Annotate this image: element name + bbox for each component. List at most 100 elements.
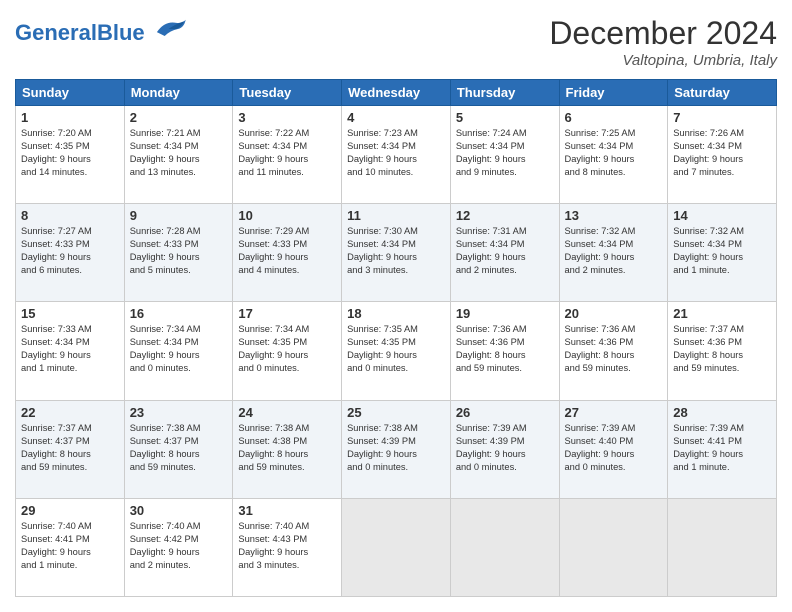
table-row: 26Sunrise: 7:39 AMSunset: 4:39 PMDayligh…: [450, 400, 559, 498]
table-row: [342, 498, 451, 596]
day-number: 16: [130, 306, 228, 321]
day-info: Sunrise: 7:36 AMSunset: 4:36 PMDaylight:…: [456, 323, 554, 375]
day-info: Sunrise: 7:21 AMSunset: 4:34 PMDaylight:…: [130, 127, 228, 179]
day-info: Sunrise: 7:36 AMSunset: 4:36 PMDaylight:…: [565, 323, 663, 375]
table-row: 3Sunrise: 7:22 AMSunset: 4:34 PMDaylight…: [233, 106, 342, 204]
day-info: Sunrise: 7:29 AMSunset: 4:33 PMDaylight:…: [238, 225, 336, 277]
table-row: 8Sunrise: 7:27 AMSunset: 4:33 PMDaylight…: [16, 204, 125, 302]
logo-blue: Blue: [97, 20, 145, 45]
day-info: Sunrise: 7:40 AMSunset: 4:41 PMDaylight:…: [21, 520, 119, 572]
day-number: 28: [673, 405, 771, 420]
day-number: 4: [347, 110, 445, 125]
day-number: 15: [21, 306, 119, 321]
table-row: 4 Sunrise: 7:23 AMSunset: 4:34 PMDaylight…: [342, 106, 451, 204]
calendar-week-1: 1 Sunrise: 7:20 AMSunset: 4:35 PMDaylight…: [16, 106, 777, 204]
logo: GeneralBlue: [15, 15, 188, 46]
table-row: 12 Sunrise: 7:31 AMSunset: 4:34 PMDayligh…: [450, 204, 559, 302]
calendar-header-row: Sunday Monday Tuesday Wednesday Thursday…: [16, 80, 777, 106]
day-number: 1: [21, 110, 119, 125]
day-info: Sunrise: 7:31 AMSunset: 4:34 PMDaylight:…: [456, 225, 554, 277]
col-wednesday: Wednesday: [342, 80, 451, 106]
table-row: [450, 498, 559, 596]
day-info: Sunrise: 7:39 AMSunset: 4:40 PMDaylight:…: [565, 422, 663, 474]
logo-bird-icon: [153, 15, 188, 40]
day-number: 31: [238, 503, 336, 518]
day-info: Sunrise: 7:34 AMSunset: 4:34 PMDaylight:…: [130, 323, 228, 375]
day-info: Sunrise: 7:40 AMSunset: 4:43 PMDaylight:…: [238, 520, 336, 572]
location: Valtopina, Umbria, Italy: [549, 52, 777, 69]
day-number: 13: [565, 208, 663, 223]
day-info: Sunrise: 7:24 AMSunset: 4:34 PMDaylight:…: [456, 127, 554, 179]
col-tuesday: Tuesday: [233, 80, 342, 106]
day-number: 25: [347, 405, 445, 420]
day-number: 29: [21, 503, 119, 518]
day-number: 23: [130, 405, 228, 420]
table-row: 7Sunrise: 7:26 AMSunset: 4:34 PMDaylight…: [668, 106, 777, 204]
table-row: 17 Sunrise: 7:34 AMSunset: 4:35 PMDayligh…: [233, 302, 342, 400]
day-number: 6: [565, 110, 663, 125]
col-monday: Monday: [124, 80, 233, 106]
day-number: 5: [456, 110, 554, 125]
table-row: 18Sunrise: 7:35 AMSunset: 4:35 PMDayligh…: [342, 302, 451, 400]
table-row: 25 Sunrise: 7:38 AMSunset: 4:39 PMDayligh…: [342, 400, 451, 498]
day-info: Sunrise: 7:32 AMSunset: 4:34 PMDaylight:…: [565, 225, 663, 277]
table-row: 9Sunrise: 7:28 AMSunset: 4:33 PMDaylight…: [124, 204, 233, 302]
day-number: 30: [130, 503, 228, 518]
calendar-week-5: 29 Sunrise: 7:40 AMSunset: 4:41 PMDayligh…: [16, 498, 777, 596]
table-row: 21Sunrise: 7:37 AMSunset: 4:36 PMDayligh…: [668, 302, 777, 400]
col-saturday: Saturday: [668, 80, 777, 106]
table-row: 20Sunrise: 7:36 AMSunset: 4:36 PMDayligh…: [559, 302, 668, 400]
day-number: 9: [130, 208, 228, 223]
day-info: Sunrise: 7:32 AMSunset: 4:34 PMDaylight:…: [673, 225, 771, 277]
day-info: Sunrise: 7:38 AMSunset: 4:39 PMDaylight:…: [347, 422, 445, 474]
col-thursday: Thursday: [450, 80, 559, 106]
day-info: Sunrise: 7:20 AMSunset: 4:35 PMDaylight:…: [21, 127, 119, 179]
table-row: 24Sunrise: 7:38 AMSunset: 4:38 PMDayligh…: [233, 400, 342, 498]
logo-text: GeneralBlue: [15, 15, 188, 46]
logo-general: General: [15, 20, 97, 45]
day-number: 14: [673, 208, 771, 223]
day-number: 10: [238, 208, 336, 223]
day-number: 22: [21, 405, 119, 420]
day-info: Sunrise: 7:39 AMSunset: 4:39 PMDaylight:…: [456, 422, 554, 474]
day-number: 8: [21, 208, 119, 223]
calendar-week-2: 8Sunrise: 7:27 AMSunset: 4:33 PMDaylight…: [16, 204, 777, 302]
month-title: December 2024: [549, 15, 777, 52]
table-row: [559, 498, 668, 596]
day-number: 21: [673, 306, 771, 321]
day-number: 17: [238, 306, 336, 321]
table-row: 13 Sunrise: 7:32 AMSunset: 4:34 PMDayligh…: [559, 204, 668, 302]
day-number: 18: [347, 306, 445, 321]
day-info: Sunrise: 7:25 AMSunset: 4:34 PMDaylight:…: [565, 127, 663, 179]
table-row: 10 Sunrise: 7:29 AMSunset: 4:33 PMDayligh…: [233, 204, 342, 302]
table-row: 6 Sunrise: 7:25 AMSunset: 4:34 PMDaylight…: [559, 106, 668, 204]
day-number: 12: [456, 208, 554, 223]
day-info: Sunrise: 7:34 AMSunset: 4:35 PMDaylight:…: [238, 323, 336, 375]
header: GeneralBlue December 2024 Valtopina, Umb…: [15, 15, 777, 69]
table-row: 30 Sunrise: 7:40 AMSunset: 4:42 PMDayligh…: [124, 498, 233, 596]
table-row: 14 Sunrise: 7:32 AMSunset: 4:34 PMDayligh…: [668, 204, 777, 302]
table-row: 16 Sunrise: 7:34 AMSunset: 4:34 PMDayligh…: [124, 302, 233, 400]
title-section: December 2024 Valtopina, Umbria, Italy: [549, 15, 777, 69]
day-number: 7: [673, 110, 771, 125]
day-number: 2: [130, 110, 228, 125]
calendar-week-3: 15 Sunrise: 7:33 AMSunset: 4:34 PMDayligh…: [16, 302, 777, 400]
day-info: Sunrise: 7:33 AMSunset: 4:34 PMDaylight:…: [21, 323, 119, 375]
table-row: 11 Sunrise: 7:30 AMSunset: 4:34 PMDayligh…: [342, 204, 451, 302]
page: GeneralBlue December 2024 Valtopina, Umb…: [0, 0, 792, 612]
day-info: Sunrise: 7:40 AMSunset: 4:42 PMDaylight:…: [130, 520, 228, 572]
table-row: 22 Sunrise: 7:37 AMSunset: 4:37 PMDayligh…: [16, 400, 125, 498]
day-info: Sunrise: 7:30 AMSunset: 4:34 PMDaylight:…: [347, 225, 445, 277]
day-info: Sunrise: 7:23 AMSunset: 4:34 PMDaylight:…: [347, 127, 445, 179]
day-number: 11: [347, 208, 445, 223]
table-row: 23Sunrise: 7:38 AMSunset: 4:37 PMDayligh…: [124, 400, 233, 498]
day-info: Sunrise: 7:37 AMSunset: 4:37 PMDaylight:…: [21, 422, 119, 474]
table-row: 29 Sunrise: 7:40 AMSunset: 4:41 PMDayligh…: [16, 498, 125, 596]
table-row: 28Sunrise: 7:39 AMSunset: 4:41 PMDayligh…: [668, 400, 777, 498]
calendar-week-4: 22 Sunrise: 7:37 AMSunset: 4:37 PMDayligh…: [16, 400, 777, 498]
day-number: 19: [456, 306, 554, 321]
table-row: 5 Sunrise: 7:24 AMSunset: 4:34 PMDaylight…: [450, 106, 559, 204]
table-row: 27 Sunrise: 7:39 AMSunset: 4:40 PMDayligh…: [559, 400, 668, 498]
day-number: 27: [565, 405, 663, 420]
table-row: [668, 498, 777, 596]
